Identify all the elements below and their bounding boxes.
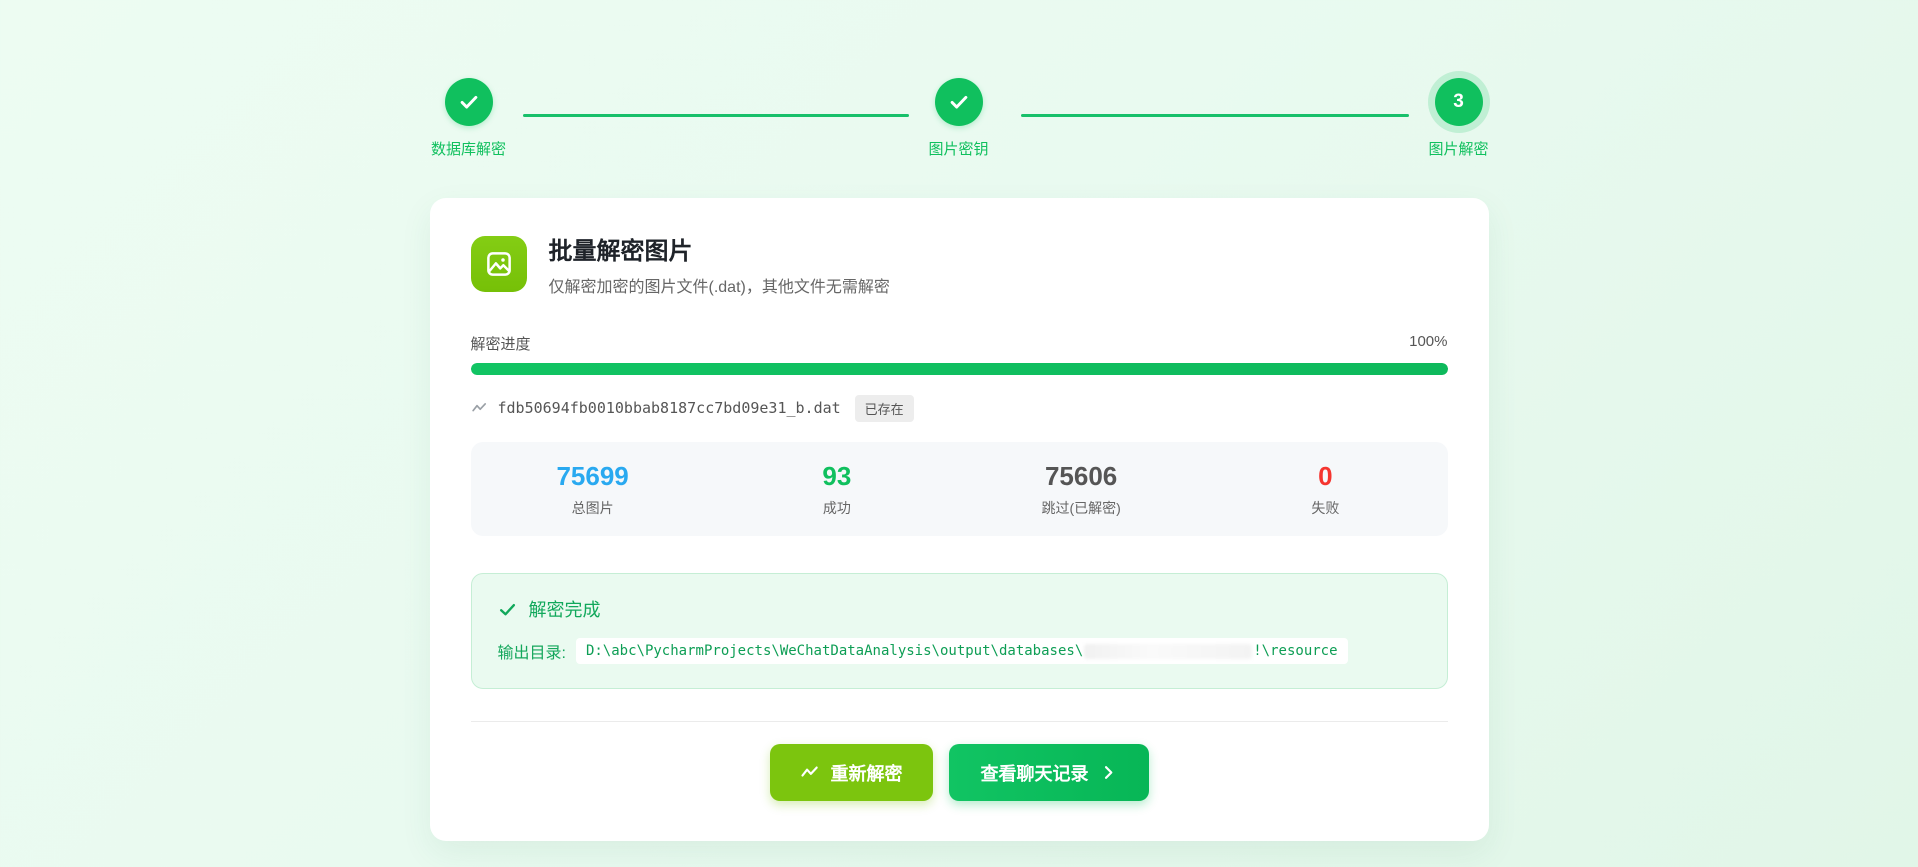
zigzag-activity-icon [471,400,488,417]
step-1-circle[interactable] [445,78,493,126]
card-header: 批量解密图片 仅解密加密的图片文件(.dat)，其他文件无需解密 [471,236,1448,297]
progress-label: 解密进度 [471,333,531,354]
current-file-row: fdb50694fb0010bbab8187cc7bd09e31_b.dat 已… [471,395,1448,422]
check-icon [498,600,517,619]
stat-skipped: 75606 跳过(已解密) [959,462,1203,519]
step-3-number: 3 [1453,91,1464,113]
action-buttons: 重新解密 查看聊天记录 [471,744,1448,801]
stat-failed-label: 失败 [1203,498,1447,518]
step-3-label: 图片解密 [1428,138,1488,159]
progress-section: 解密进度 100% [471,333,1448,375]
zigzag-activity-icon [800,763,820,783]
stat-skipped-label: 跳过(已解密) [959,498,1203,518]
decrypt-card: 批量解密图片 仅解密加密的图片文件(.dat)，其他文件无需解密 解密进度 10… [430,198,1489,841]
stat-success-label: 成功 [715,498,959,518]
file-exists-badge: 已存在 [855,395,914,422]
redecrypt-button[interactable]: 重新解密 [770,744,933,801]
stepper-connector-2 [1021,114,1409,117]
stat-success-value: 93 [715,462,959,491]
current-file-name: fdb50694fb0010bbab8187cc7bd09e31_b.dat [498,399,841,417]
stat-total-images: 75699 总图片 [471,462,715,519]
stat-failed: 0 失败 [1203,462,1447,519]
output-dir-path: D:\abc\PycharmProjects\WeChatDataAnalysi… [576,638,1348,664]
step-image-decrypt[interactable]: 3 图片解密 [1399,78,1519,159]
check-icon [458,91,480,113]
step-image-key[interactable]: 图片密钥 [899,78,1019,159]
stepper-connector-1 [523,114,909,117]
stat-skipped-value: 75606 [959,462,1203,491]
page-subtitle: 仅解密加密的图片文件(.dat)，其他文件无需解密 [549,273,890,297]
view-chat-history-button[interactable]: 查看聊天记录 [949,744,1149,801]
stat-success: 93 成功 [715,462,959,519]
wizard-stepper: 数据库解密 图片密钥 3 图片解密 [430,78,1489,156]
step-1-label: 数据库解密 [431,138,506,159]
actions-divider [471,721,1448,722]
view-chat-button-label: 查看聊天记录 [981,760,1089,786]
stats-summary: 75699 总图片 93 成功 75606 跳过(已解密) 0 失败 [471,442,1448,537]
page-title: 批量解密图片 [549,238,890,266]
step-2-label: 图片密钥 [928,138,988,159]
stat-total-label: 总图片 [471,498,715,518]
card-header-text: 批量解密图片 仅解密加密的图片文件(.dat)，其他文件无需解密 [549,236,890,297]
progress-bar [471,363,1448,375]
output-path-suffix: !\resource [1253,643,1337,659]
stat-total-value: 75699 [471,462,715,491]
redecrypt-button-label: 重新解密 [831,760,903,786]
decrypt-complete-text: 解密完成 [529,596,601,622]
step-3-circle[interactable]: 3 [1435,78,1483,126]
output-dir-label: 输出目录: [498,639,566,663]
progress-bar-fill [471,363,1448,375]
progress-percent: 100% [1409,333,1447,354]
redacted-path-segment [1084,644,1252,659]
step-2-circle[interactable] [935,78,983,126]
decrypt-complete-panel: 解密完成 输出目录: D:\abc\PycharmProjects\WeChat… [471,573,1448,689]
stat-failed-value: 0 [1203,462,1447,491]
chevron-right-icon [1100,764,1117,781]
output-path-prefix: D:\abc\PycharmProjects\WeChatDataAnalysi… [586,643,1083,659]
step-database-decrypt[interactable]: 数据库解密 [409,78,529,159]
check-icon [948,91,970,113]
image-icon [471,236,527,292]
